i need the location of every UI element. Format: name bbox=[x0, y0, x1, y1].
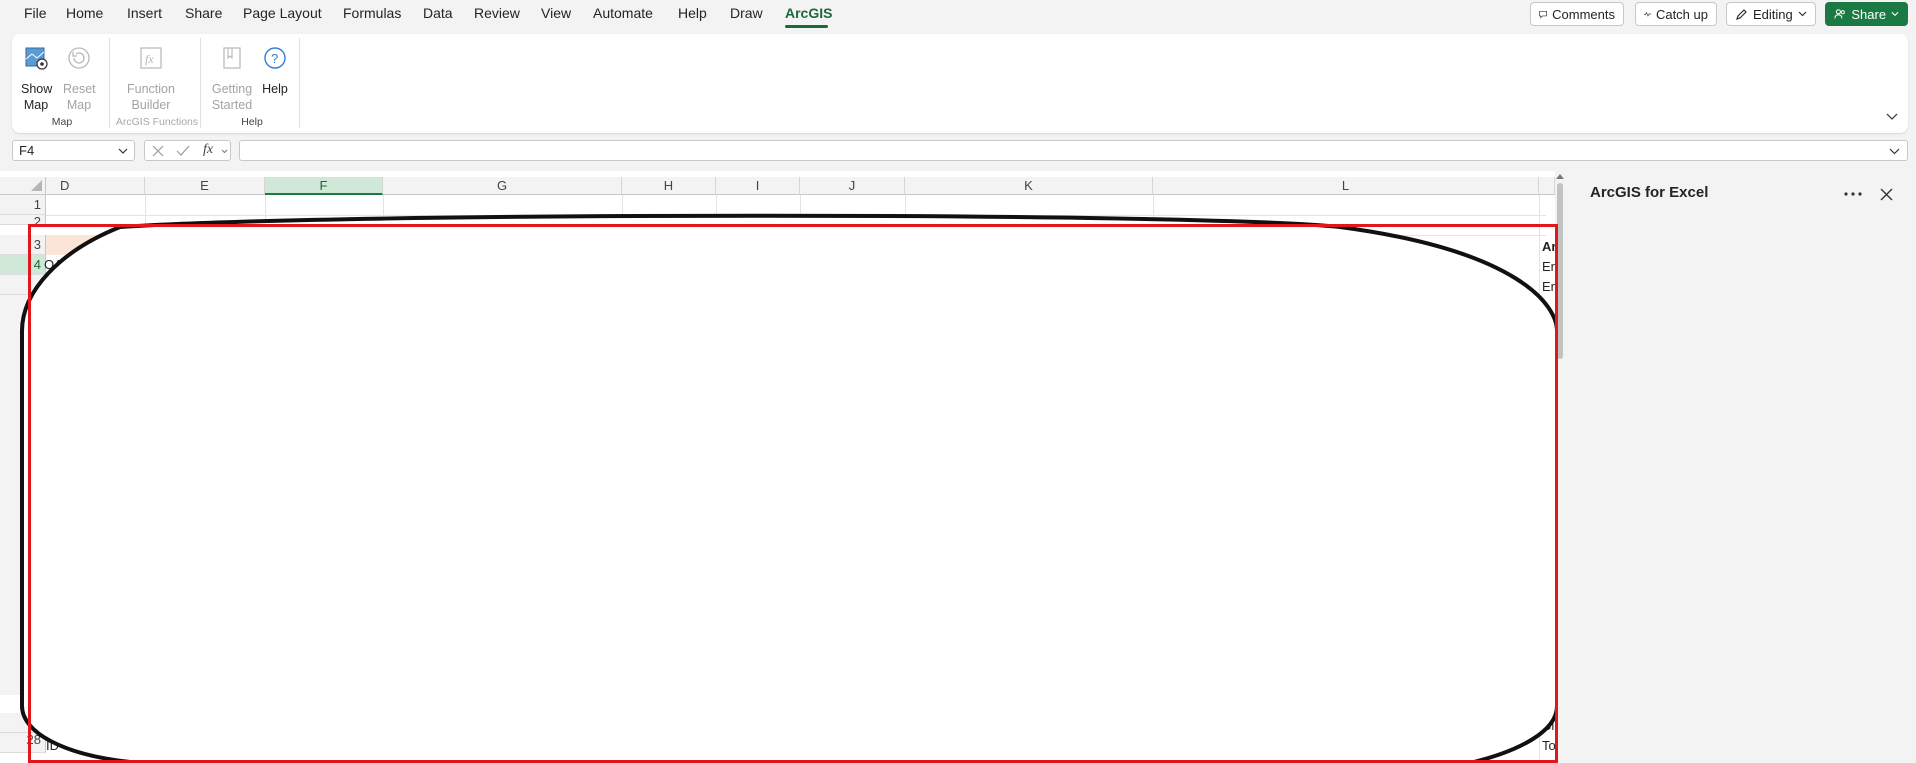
function-icon: fx bbox=[140, 47, 162, 69]
book-icon bbox=[223, 47, 241, 69]
svg-text:?: ? bbox=[271, 51, 278, 66]
name-box-value: F4 bbox=[19, 143, 35, 158]
menu-file[interactable]: File bbox=[24, 5, 47, 21]
insert-function-button[interactable]: fx bbox=[203, 142, 213, 158]
pane-title: ArcGIS for Excel bbox=[1590, 184, 1709, 201]
group-label-help: Help bbox=[241, 116, 263, 128]
formula-input[interactable] bbox=[239, 140, 1908, 161]
menu-share[interactable]: Share bbox=[185, 5, 222, 21]
menu-automate[interactable]: Automate bbox=[593, 5, 653, 21]
svg-text:fx: fx bbox=[145, 52, 154, 66]
pencil-icon bbox=[1736, 8, 1747, 20]
menu-home[interactable]: Home bbox=[66, 5, 103, 21]
active-tab-indicator bbox=[785, 25, 828, 28]
catch-up-label: Catch up bbox=[1655, 6, 1708, 22]
reset-map-button[interactable]: Reset Map bbox=[63, 45, 96, 113]
map-icon bbox=[25, 47, 48, 70]
reset-map-label-1: Reset bbox=[63, 82, 96, 96]
menu-arcgis[interactable]: ArcGIS bbox=[785, 5, 832, 21]
group-label-map: Map bbox=[51, 116, 73, 128]
confirm-check-icon[interactable] bbox=[176, 145, 190, 157]
comment-icon bbox=[1539, 10, 1547, 19]
activity-icon bbox=[1644, 11, 1651, 17]
getting-started-button[interactable]: Getting Started bbox=[209, 45, 255, 113]
help-button[interactable]: ? Help bbox=[257, 45, 293, 97]
ribbon-separator bbox=[200, 38, 201, 128]
highlight-box bbox=[28, 224, 1558, 763]
menu-bar: File Home Insert Share Page Layout Formu… bbox=[0, 0, 1916, 30]
menu-page-layout[interactable]: Page Layout bbox=[243, 5, 322, 21]
editing-label: Editing bbox=[1753, 6, 1793, 22]
share-label: Share bbox=[1851, 6, 1887, 22]
more-options-button[interactable] bbox=[1841, 182, 1865, 206]
menu-insert[interactable]: Insert bbox=[127, 5, 162, 21]
scroll-up-icon[interactable] bbox=[1556, 173, 1564, 179]
comments-label: Comments bbox=[1552, 6, 1615, 22]
ribbon-separator bbox=[299, 38, 300, 128]
cancel-icon[interactable] bbox=[152, 145, 164, 157]
reset-map-label-2: Map bbox=[66, 98, 92, 112]
getting-started-label-2: Started bbox=[211, 98, 253, 112]
menu-review[interactable]: Review bbox=[474, 5, 520, 21]
help-icon: ? bbox=[264, 47, 286, 69]
close-icon bbox=[1880, 188, 1892, 200]
getting-started-label-1: Getting bbox=[211, 82, 253, 96]
menu-formulas[interactable]: Formulas bbox=[343, 5, 401, 21]
menu-data[interactable]: Data bbox=[423, 5, 453, 21]
people-icon bbox=[1834, 9, 1845, 19]
reset-icon bbox=[68, 47, 90, 69]
ribbon-separator bbox=[109, 38, 110, 128]
close-pane-button[interactable] bbox=[1874, 182, 1898, 206]
editing-mode-button[interactable]: Editing bbox=[1726, 2, 1816, 26]
menu-help[interactable]: Help bbox=[678, 5, 707, 21]
function-builder-button[interactable]: fx Function Builder bbox=[126, 45, 176, 113]
chevron-down-icon bbox=[1798, 11, 1807, 17]
comments-button[interactable]: Comments bbox=[1530, 2, 1624, 26]
show-map-label-2: Map bbox=[23, 98, 49, 112]
chevron-down-icon[interactable] bbox=[118, 148, 128, 154]
expand-formula-chevron-icon[interactable] bbox=[1889, 148, 1900, 155]
function-builder-label-2: Builder bbox=[131, 98, 171, 112]
name-box[interactable]: F4 bbox=[12, 140, 135, 161]
menu-view[interactable]: View bbox=[541, 5, 571, 21]
chevron-down-icon bbox=[1891, 11, 1899, 17]
arcgis-task-pane: ArcGIS for Excel bbox=[1567, 171, 1916, 763]
catch-up-button[interactable]: Catch up bbox=[1635, 2, 1717, 26]
group-label-arcgis-functions: ArcGIS Functions bbox=[115, 116, 199, 128]
collapse-ribbon-chevron-icon[interactable] bbox=[1886, 113, 1898, 121]
show-map-label-1: Show bbox=[21, 82, 53, 96]
formula-actions: fx bbox=[144, 140, 231, 161]
ribbon: Show Map Reset Map Map fx Function Build… bbox=[12, 34, 1908, 133]
share-button[interactable]: Share bbox=[1825, 2, 1908, 26]
chevron-down-icon[interactable] bbox=[221, 149, 228, 154]
help-label: Help bbox=[262, 82, 288, 96]
excel-window: File Home Insert Share Page Layout Formu… bbox=[0, 0, 1916, 763]
menu-draw[interactable]: Draw bbox=[730, 5, 763, 21]
more-icon bbox=[1844, 192, 1862, 196]
function-builder-label-1: Function bbox=[127, 82, 175, 96]
show-map-button[interactable]: Show Map bbox=[21, 45, 53, 113]
